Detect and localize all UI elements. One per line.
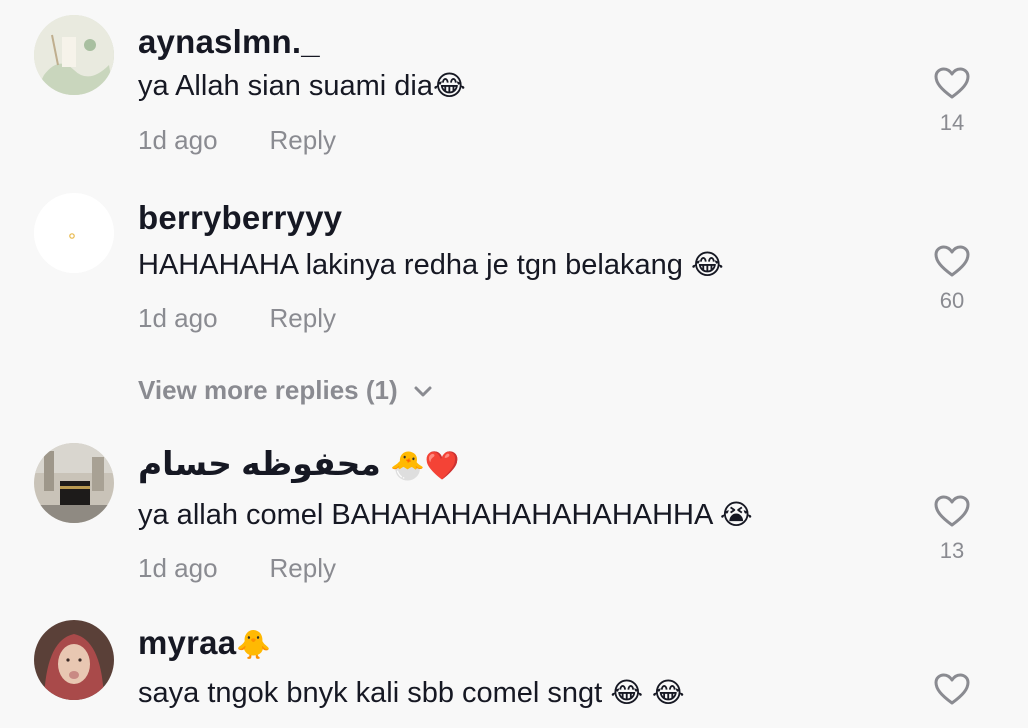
avatar[interactable] [34, 15, 114, 95]
like-button[interactable]: 14 [922, 66, 982, 136]
avatar[interactable] [34, 443, 114, 523]
comment-text-body: saya tngok bnyk kali sbb comel sngt [138, 677, 611, 709]
like-button[interactable] [922, 672, 982, 706]
reply-button[interactable]: Reply [270, 125, 336, 155]
comment-meta: 1d ago Reply [138, 303, 336, 333]
heart-outline-icon[interactable] [933, 66, 971, 100]
comment-username-text: محفوظه حسام [138, 445, 381, 482]
comment-text-body: ya allah comel BAHAHAHAHAHAHAHAHHA [138, 499, 720, 531]
chevron-down-icon [414, 386, 432, 397]
comment-timestamp: 1d ago [138, 553, 218, 583]
like-count: 13 [939, 538, 965, 563]
like-button[interactable]: 60 [922, 244, 982, 314]
comment-username-text: myraa [138, 624, 237, 661]
comment-username[interactable]: myraa🐥 [138, 623, 271, 665]
laughing-emoji: 😂 😂 [610, 676, 685, 709]
heart-outline-icon[interactable] [933, 244, 971, 278]
like-button[interactable]: 13 [922, 494, 982, 564]
view-more-replies-label: View more replies (1) [138, 375, 398, 405]
comment-username[interactable]: محفوظه حسام 🐣❤️ [138, 444, 460, 486]
comment-text-body: HAHAHAHA lakinya redha je tgn belakang [138, 249, 691, 281]
comment-meta: 1d ago Reply [138, 553, 336, 583]
view-more-replies-button[interactable]: View more replies (1) [138, 374, 433, 406]
comment-timestamp: 1d ago [138, 125, 218, 155]
laughing-emoji: 😂 [690, 248, 724, 281]
comment-text: HAHAHAHA lakinya redha je tgn belakang 😂 [138, 247, 724, 283]
laughing-emoji: 😂 [433, 69, 466, 102]
avatar[interactable] [34, 193, 114, 273]
hatching-chick-heart-emoji: 🐣❤️ [390, 449, 460, 482]
crying-emoji: 😭 [719, 498, 753, 531]
comment-meta: 1d ago Reply [138, 125, 336, 155]
comment-text-body: ya Allah sian suami dia [138, 70, 433, 102]
reply-button[interactable]: Reply [270, 553, 336, 583]
heart-outline-icon[interactable] [933, 494, 971, 528]
heart-outline-icon[interactable] [933, 672, 971, 706]
like-count: 60 [939, 288, 965, 313]
comment-timestamp: 1d ago [138, 303, 218, 333]
avatar[interactable] [34, 620, 114, 700]
chick-emoji: 🐥 [236, 628, 272, 661]
like-count: 14 [939, 110, 965, 135]
comment-username[interactable]: aynaslmn._ [138, 22, 320, 62]
comment-username[interactable]: berryberryyy [138, 198, 342, 238]
comment-text: ya Allah sian suami dia😂 [138, 68, 466, 104]
reply-button[interactable]: Reply [270, 303, 336, 333]
comment-text: saya tngok bnyk kali sbb comel sngt 😂 😂 [138, 675, 685, 711]
comment-text: ya allah comel BAHAHAHAHAHAHAHAHHA 😭 [138, 497, 753, 533]
